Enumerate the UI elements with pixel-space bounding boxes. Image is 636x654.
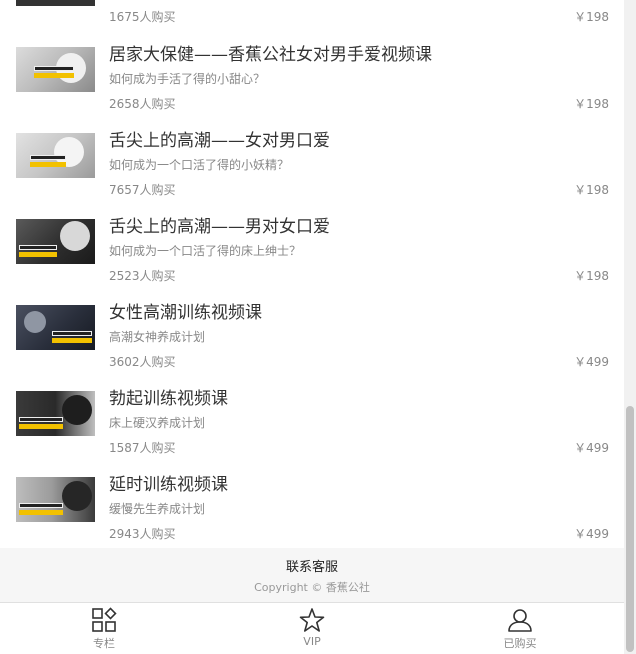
course-thumbnail xyxy=(16,0,95,6)
buyer-count: 1675人购买 xyxy=(109,10,176,24)
scrollbar-thumb[interactable] xyxy=(626,406,634,652)
price: ￥198 xyxy=(574,97,609,111)
star-icon xyxy=(299,608,325,632)
course-thumbnail xyxy=(16,219,95,264)
course-thumbnail xyxy=(16,305,95,350)
tab-purchased[interactable]: 已购买 xyxy=(480,607,560,651)
course-subtitle: 如何成为手活了得的小甜心？ xyxy=(109,72,266,86)
tab-label: 专栏 xyxy=(93,637,115,650)
course-subtitle: 缓慢先生养成计划 xyxy=(109,502,206,516)
course-thumbnail xyxy=(16,477,95,522)
list-item[interactable]: 舌尖上的高潮——男对女口爱 如何成为一个口活了得的床上绅士？ 2523人购买 ￥… xyxy=(0,206,624,292)
course-subtitle: 床上硬汉养成计划 xyxy=(109,416,206,430)
buyer-count: 2943人购买 xyxy=(109,527,176,541)
tab-columns[interactable]: 专栏 xyxy=(64,607,144,651)
course-list-page: 1675人购买 ￥198 居家大保健——香蕉公社女对男手爱视频课 如何成为手活了… xyxy=(0,0,624,654)
user-icon xyxy=(508,609,532,632)
contact-support-link[interactable]: 联系客服 xyxy=(0,548,624,575)
tab-label: VIP xyxy=(303,635,321,648)
course-thumbnail xyxy=(16,391,95,436)
list-item[interactable]: 勃起训练视频课 床上硬汉养成计划 1587人购买 ￥499 xyxy=(0,378,624,464)
buyer-count: 2658人购买 xyxy=(109,97,176,111)
tab-vip[interactable]: VIP xyxy=(272,607,352,648)
course-list: 居家大保健——香蕉公社女对男手爱视频课 如何成为手活了得的小甜心？ 2658人购… xyxy=(0,34,624,550)
course-title: 勃起训练视频课 xyxy=(109,389,228,409)
buyer-count: 1587人购买 xyxy=(109,441,176,455)
list-item[interactable]: 女性高潮训练视频课 高潮女神养成计划 3602人购买 ￥499 xyxy=(0,292,624,378)
course-thumbnail xyxy=(16,133,95,178)
price: ￥198 xyxy=(574,10,609,24)
course-thumbnail xyxy=(16,47,95,92)
price: ￥198 xyxy=(574,269,609,283)
page-footer: 联系客服 Copyright © 香蕉公社 xyxy=(0,548,624,602)
course-title: 舌尖上的高潮——男对女口爱 xyxy=(109,217,330,237)
bottom-tab-bar: 专栏 VIP 已购买 xyxy=(0,602,624,654)
course-subtitle: 如何成为一个口活了得的床上绅士？ xyxy=(109,244,302,258)
course-title: 居家大保健——香蕉公社女对男手爱视频课 xyxy=(109,45,432,65)
price: ￥198 xyxy=(574,183,609,197)
columns-icon xyxy=(92,607,117,632)
course-title: 女性高潮训练视频课 xyxy=(109,303,262,323)
buyer-count: 2523人购买 xyxy=(109,269,176,283)
course-title: 舌尖上的高潮——女对男口爱 xyxy=(109,131,330,151)
buyer-count: 3602人购买 xyxy=(109,355,176,369)
list-item-partial[interactable]: 1675人购买 ￥198 xyxy=(0,0,624,30)
tab-label: 已购买 xyxy=(503,637,537,650)
price: ￥499 xyxy=(574,441,609,455)
course-subtitle: 如何成为一个口活了得的小妖精？ xyxy=(109,158,290,172)
list-item[interactable]: 延时训练视频课 缓慢先生养成计划 2943人购买 ￥499 xyxy=(0,464,624,550)
buyer-count: 7657人购买 xyxy=(109,183,176,197)
price: ￥499 xyxy=(574,355,609,369)
list-item[interactable]: 舌尖上的高潮——女对男口爱 如何成为一个口活了得的小妖精？ 7657人购买 ￥1… xyxy=(0,120,624,206)
copyright-text: Copyright © 香蕉公社 xyxy=(254,581,370,594)
scrollbar[interactable] xyxy=(624,0,636,654)
course-title: 延时训练视频课 xyxy=(109,475,228,495)
list-item[interactable]: 居家大保健——香蕉公社女对男手爱视频课 如何成为手活了得的小甜心？ 2658人购… xyxy=(0,34,624,120)
course-subtitle: 高潮女神养成计划 xyxy=(109,330,206,344)
price: ￥499 xyxy=(574,527,609,541)
